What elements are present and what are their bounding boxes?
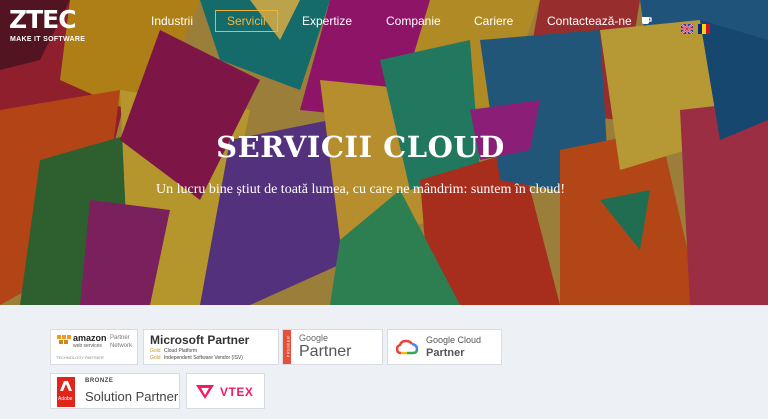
adobe-logo: Adobe: [57, 377, 75, 407]
aws-line2: Partner: [110, 335, 130, 341]
microsoft-line2: Cloud Platform: [164, 348, 198, 354]
nav-item-expertize[interactable]: Expertize: [302, 10, 352, 32]
badge-aws: amazon web services Partner Network TECH…: [50, 329, 138, 365]
vtex-name: VTEX: [220, 385, 254, 399]
badge-google-cloud-partner: Google Cloud Partner: [387, 329, 502, 365]
nav-item-companie[interactable]: Companie: [386, 10, 441, 32]
page-subtitle: Un lucru bine știut de toată lumea, cu c…: [156, 182, 565, 197]
adobe-name: Adobe: [58, 396, 73, 402]
microsoft-line4: Independent Software Vendor (ISV): [164, 355, 243, 361]
logo-tagline: MAKE IT SOFTWARE: [10, 36, 86, 43]
partner-badges: amazon web services Partner Network TECH…: [0, 305, 768, 419]
adobe-label: Solution Partner: [85, 389, 179, 404]
nav-item-industrii[interactable]: Industrii: [151, 10, 193, 32]
microsoft-name: Microsoft Partner: [150, 333, 250, 347]
badge-microsoft: Microsoft Partner Gold Cloud Platform Go…: [143, 329, 279, 365]
badge-google-partner: PREMIER Google Partner: [282, 329, 383, 365]
google-cloud-name: Google Cloud: [426, 335, 482, 345]
google-partner-name: Google: [299, 333, 329, 343]
aws-name: amazon: [73, 333, 107, 343]
coffee-cup-icon: [641, 11, 652, 33]
nav-contact-label: Contactează-ne: [547, 14, 632, 28]
nav-item-contact[interactable]: Contactează-ne: [547, 10, 652, 32]
aws-line1: web services: [73, 343, 102, 349]
aws-logo-icon: [57, 335, 71, 344]
aws-line3: Network: [110, 343, 133, 349]
badge-vtex: VTEX: [186, 373, 265, 409]
nav-item-cariere[interactable]: Cariere: [474, 10, 513, 32]
flag-uk-icon[interactable]: [681, 24, 693, 34]
google-cloud-label: Partner: [426, 347, 465, 359]
vtex-logo-icon: [196, 385, 214, 399]
microsoft-line3: Gold: [150, 355, 161, 361]
microsoft-line1: Gold: [150, 348, 161, 354]
google-cloud-icon: [396, 339, 418, 355]
google-partner-label: Partner: [299, 343, 352, 360]
hero-banner: ZTEC MAKE IT SOFTWARE Industrii Servicii…: [0, 0, 768, 305]
nav-item-servicii[interactable]: Servicii: [215, 10, 278, 32]
aws-line4: TECHNOLOGY PARTNER: [56, 355, 104, 360]
flag-romania-icon[interactable]: [698, 24, 710, 34]
main-nav: Industrii Servicii Expertize Companie Ca…: [0, 10, 768, 34]
adobe-icon: [60, 381, 72, 391]
badge-adobe: Adobe BRONZE Solution Partner: [50, 373, 180, 409]
google-premier-label: PREMIER: [285, 335, 291, 358]
page-title: SERVICII CLOUD: [216, 130, 505, 164]
adobe-level: BRONZE: [85, 378, 114, 384]
